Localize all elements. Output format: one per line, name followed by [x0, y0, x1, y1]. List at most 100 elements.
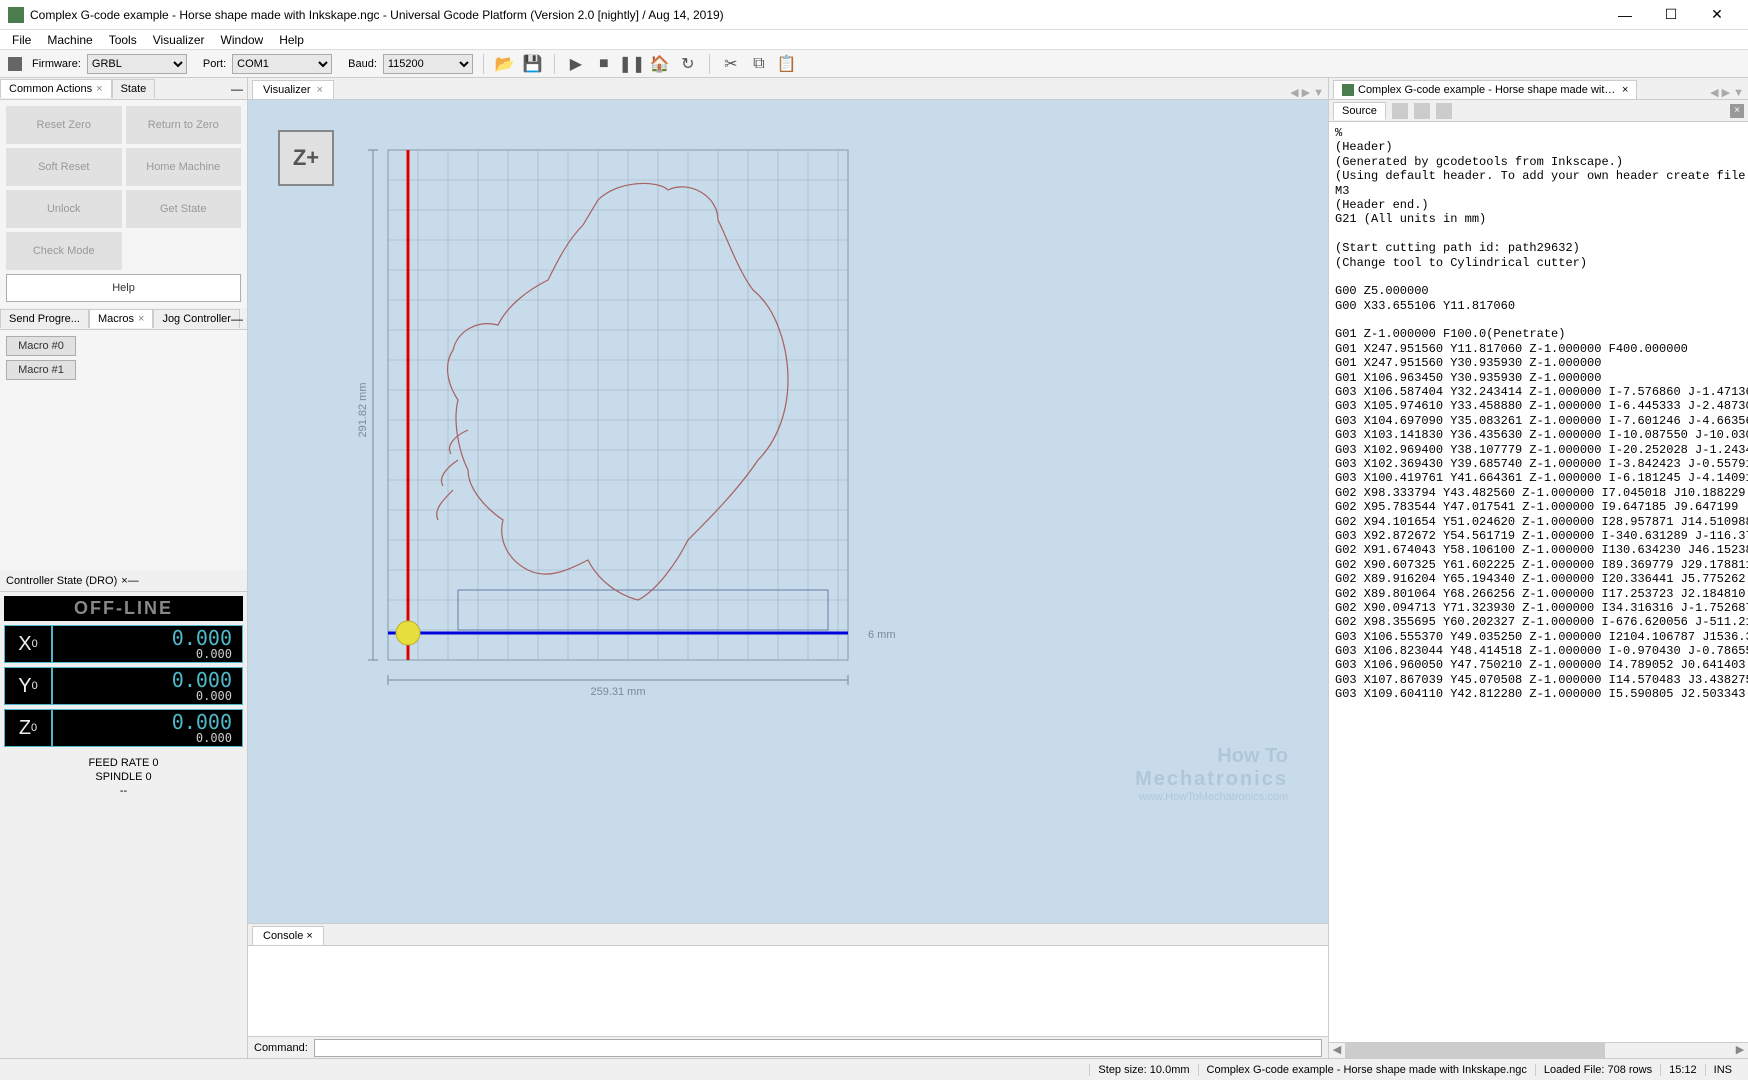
axis-machine-value: 0.000 — [63, 732, 232, 744]
dro-status: OFF-LINE — [4, 596, 243, 621]
center-column: Visualizer× ◀ ▶ ▼ Z+ — [248, 78, 1328, 1058]
console-output — [248, 946, 1328, 1036]
dro-extras: FEED RATE 0 SPINDLE 0 -- — [4, 747, 243, 797]
refresh-icon[interactable]: ↻ — [677, 53, 699, 75]
cut-icon[interactable]: ✂ — [720, 53, 742, 75]
command-label: Command: — [254, 1042, 308, 1054]
axis-label: Y0 — [5, 668, 53, 704]
port-select[interactable]: COM1 — [232, 54, 332, 74]
status-filename: Complex G-code example - Horse shape mad… — [1198, 1064, 1535, 1076]
soft-reset-button[interactable]: Soft Reset — [6, 148, 122, 186]
dro-header: Controller State (DRO) × — — [0, 570, 247, 592]
tab-send-progress[interactable]: Send Progre... — [0, 309, 89, 328]
menu-window[interactable]: Window — [213, 31, 272, 49]
file-icon — [1342, 84, 1354, 96]
stop-icon[interactable]: ■ — [593, 53, 615, 75]
tab-source-file[interactable]: Complex G-code example - Horse shape mad… — [1333, 80, 1637, 99]
tab-macros[interactable]: Macros× — [89, 309, 154, 328]
console-panel: Console × Command: — [248, 923, 1328, 1058]
macro-1-button[interactable]: Macro #1 — [6, 360, 76, 380]
macros-panel: Macro #0 Macro #1 — [0, 330, 247, 570]
check-mode-button[interactable]: Check Mode — [6, 232, 122, 270]
menu-file[interactable]: File — [4, 31, 39, 49]
menu-visualizer[interactable]: Visualizer — [145, 31, 213, 49]
titlebar: Complex G-code example - Horse shape mad… — [0, 0, 1748, 30]
unlock-button[interactable]: Unlock — [6, 190, 122, 228]
settings-icon[interactable] — [1436, 103, 1452, 119]
z-plus-button[interactable]: Z+ — [278, 130, 334, 186]
get-state-button[interactable]: Get State — [126, 190, 242, 228]
gcode-source[interactable]: % (Header) (Generated by gcodetools from… — [1329, 122, 1748, 1042]
axis-label: Z0 — [5, 710, 53, 746]
axis-machine-value: 0.000 — [63, 690, 232, 702]
home-icon[interactable]: 🏠 — [649, 53, 671, 75]
minimize-panel-icon[interactable]: — — [231, 312, 243, 326]
width-label: 259.31 mm — [590, 686, 645, 698]
axis-row-y[interactable]: Y0 0.0000.000 — [4, 667, 243, 705]
source-file-tabs: Complex G-code example - Horse shape mad… — [1329, 78, 1748, 100]
firmware-select[interactable]: GRBL — [87, 54, 187, 74]
tab-console[interactable]: Console × — [252, 926, 324, 945]
axis-work-value: 0.000 — [63, 712, 232, 732]
axis-row-x[interactable]: X0 0.0000.000 — [4, 625, 243, 663]
pause-icon[interactable]: ❚❚ — [621, 53, 643, 75]
scroll-thumb[interactable] — [1345, 1043, 1605, 1058]
paste-icon[interactable]: 📋 — [776, 53, 798, 75]
axis-machine-value: 0.000 — [63, 648, 232, 660]
close-icon[interactable]: × — [1622, 84, 1628, 96]
history-fwd-icon[interactable] — [1414, 103, 1430, 119]
close-editor-icon[interactable]: × — [1730, 104, 1744, 118]
home-machine-button[interactable]: Home Machine — [126, 148, 242, 186]
horizontal-scrollbar[interactable]: ◀ ▶ — [1329, 1042, 1748, 1058]
close-icon[interactable]: × — [96, 83, 102, 95]
play-icon[interactable]: ▶ — [565, 53, 587, 75]
command-input[interactable] — [314, 1039, 1322, 1057]
baud-label: Baud: — [348, 58, 377, 70]
firmware-icon — [8, 57, 22, 71]
minimize-panel-icon[interactable]: — — [231, 82, 243, 96]
height-label: 291.82 mm — [358, 382, 369, 437]
history-back-icon[interactable] — [1392, 103, 1408, 119]
close-icon[interactable]: × — [303, 930, 312, 942]
minimize-panel-icon[interactable]: — — [128, 575, 139, 587]
minimize-button[interactable]: — — [1610, 5, 1640, 25]
scroll-right-icon[interactable]: ▶ — [1732, 1043, 1748, 1058]
visualizer-canvas[interactable]: Z+ — [248, 100, 1328, 923]
menu-help[interactable]: Help — [271, 31, 312, 49]
close-icon[interactable]: × — [138, 313, 144, 325]
common-actions-tabs: Common Actions× State — — [0, 78, 247, 100]
scroll-left-icon[interactable]: ◀ — [1329, 1043, 1345, 1058]
common-actions-panel: Reset Zero Return to Zero Soft Reset Hom… — [0, 100, 247, 308]
menubar: File Machine Tools Visualizer Window Hel… — [0, 30, 1748, 50]
help-button[interactable]: Help — [6, 274, 241, 302]
feed-rate-label: FEED RATE 0 — [4, 757, 243, 769]
maximize-button[interactable]: ☐ — [1656, 5, 1686, 25]
copy-icon[interactable]: ⧉ — [748, 53, 770, 75]
source-tab[interactable]: Source — [1333, 102, 1386, 120]
menu-machine[interactable]: Machine — [39, 31, 100, 49]
axis-work-value: 0.000 — [63, 670, 232, 690]
axis-work-value: 0.000 — [63, 628, 232, 648]
status-ins: INS — [1705, 1064, 1740, 1076]
status-loaded-rows: Loaded File: 708 rows — [1535, 1064, 1660, 1076]
close-icon[interactable]: × — [317, 84, 323, 96]
open-icon[interactable]: 📂 — [494, 53, 516, 75]
source-toolbar: Source × — [1329, 100, 1748, 122]
tab-common-actions[interactable]: Common Actions× — [0, 79, 112, 98]
tab-visualizer[interactable]: Visualizer× — [252, 80, 334, 99]
save-icon[interactable]: 💾 — [522, 53, 544, 75]
dro-dash: -- — [4, 785, 243, 797]
tab-jog-controller[interactable]: Jog Controller — [153, 309, 239, 328]
reset-zero-button[interactable]: Reset Zero — [6, 106, 122, 144]
visualizer-svg: 259.31 mm 291.82 mm 6 mm — [358, 140, 938, 700]
left-column: Common Actions× State — Reset Zero Retur… — [0, 78, 248, 1058]
tab-nav-arrows[interactable]: ◀ ▶ ▼ — [1290, 86, 1324, 99]
macro-0-button[interactable]: Macro #0 — [6, 336, 76, 356]
tab-state[interactable]: State — [112, 79, 156, 98]
return-to-zero-button[interactable]: Return to Zero — [126, 106, 242, 144]
tab-nav-arrows[interactable]: ◀ ▶ ▼ — [1710, 86, 1744, 99]
axis-row-z[interactable]: Z0 0.0000.000 — [4, 709, 243, 747]
baud-select[interactable]: 115200 — [383, 54, 473, 74]
menu-tools[interactable]: Tools — [101, 31, 145, 49]
close-button[interactable]: ✕ — [1702, 5, 1732, 25]
